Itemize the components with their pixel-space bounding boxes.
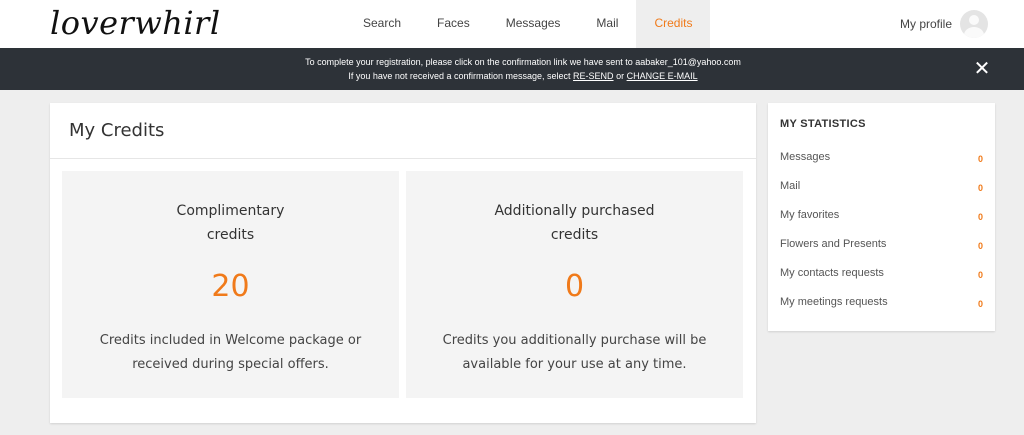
stat-count: 0 <box>977 212 983 222</box>
stat-row-favorites[interactable]: My favorites 0 <box>780 209 983 225</box>
nav-search[interactable]: Search <box>345 0 419 48</box>
stat-label: My favorites <box>780 209 840 221</box>
purchased-credits-value: 0 <box>564 269 585 304</box>
site-logo[interactable]: loverwhirl <box>50 4 221 42</box>
complimentary-credits-heading: Complimentary credits <box>62 199 399 247</box>
nav-faces[interactable]: Faces <box>419 0 488 48</box>
complimentary-heading-line-2: credits <box>206 227 255 243</box>
my-profile-label[interactable]: My profile <box>900 17 952 31</box>
main-nav: Search Faces Messages Mail Credits <box>345 0 711 48</box>
stat-label: My contacts requests <box>780 267 884 279</box>
stat-row-contacts-requests[interactable]: My contacts requests 0 <box>780 267 983 283</box>
stat-row-messages[interactable]: Messages 0 <box>780 151 983 167</box>
stat-label: My meetings requests <box>780 296 888 308</box>
purchased-credits-panel: Additionally purchased credits 0 Credits… <box>406 171 743 398</box>
purchased-credits-heading: Additionally purchased credits <box>406 199 743 247</box>
card-divider <box>50 158 756 159</box>
statistics-title: MY STATISTICS <box>780 118 866 130</box>
notice-or-text: or <box>616 71 625 81</box>
change-email-link[interactable]: CHANGE E-MAIL <box>627 71 698 81</box>
stat-count: 0 <box>977 299 983 309</box>
notice-line-1: To complete your registration, please cl… <box>305 57 741 67</box>
my-credits-card: My Credits Complimentary credits 20 Cred… <box>50 103 756 423</box>
purchased-desc-line-1: Credits you additionally purchase will b… <box>442 333 707 348</box>
stat-row-meetings-requests[interactable]: My meetings requests 0 <box>780 296 983 312</box>
stat-count: 0 <box>977 270 983 280</box>
user-avatar-icon[interactable] <box>960 10 989 38</box>
notice-line-2: If you have not received a confirmation … <box>0 69 1024 83</box>
my-statistics-card: MY STATISTICS Messages 0 Mail 0 My favor… <box>768 103 995 331</box>
complimentary-desc-line-2: received during special offers. <box>132 357 329 372</box>
complimentary-credits-panel: Complimentary credits 20 Credits include… <box>62 171 399 398</box>
stat-count: 0 <box>977 183 983 193</box>
confirmation-notice-bar: To complete your registration, please cl… <box>0 48 1024 90</box>
nav-mail[interactable]: Mail <box>578 0 636 48</box>
notice-text: To complete your registration, please cl… <box>0 55 1024 83</box>
stat-count: 0 <box>977 154 983 164</box>
complimentary-credits-value: 20 <box>211 269 250 304</box>
purchased-credits-description: Credits you additionally purchase will b… <box>426 329 723 377</box>
nav-credits[interactable]: Credits <box>636 0 711 48</box>
resend-link[interactable]: RE-SEND <box>573 71 614 81</box>
complimentary-heading-line-1: Complimentary <box>176 203 285 219</box>
complimentary-credits-description: Credits included in Welcome package or r… <box>82 329 379 377</box>
stat-count: 0 <box>977 241 983 251</box>
stat-label: Flowers and Presents <box>780 238 887 250</box>
nav-messages[interactable]: Messages <box>488 0 579 48</box>
purchased-heading-line-2: credits <box>550 227 599 243</box>
complimentary-desc-line-1: Credits included in Welcome package or <box>99 333 362 348</box>
avatar-body-shape <box>964 27 985 38</box>
close-icon[interactable]: ✕ <box>972 58 992 78</box>
notice-line-2-prefix: If you have not received a confirmation … <box>348 71 571 81</box>
purchased-desc-line-2: available for your use at any time. <box>462 357 687 372</box>
stat-row-mail[interactable]: Mail 0 <box>780 180 983 196</box>
avatar-head-shape <box>969 15 980 25</box>
stat-label: Mail <box>780 180 801 192</box>
stat-row-flowers-presents[interactable]: Flowers and Presents 0 <box>780 238 983 254</box>
page-title: My Credits <box>69 120 165 141</box>
top-navbar: loverwhirl Search Faces Messages Mail Cr… <box>0 0 1024 48</box>
stat-label: Messages <box>780 151 831 163</box>
my-profile-link[interactable]: My profile <box>900 0 989 48</box>
purchased-heading-line-1: Additionally purchased <box>494 203 655 219</box>
